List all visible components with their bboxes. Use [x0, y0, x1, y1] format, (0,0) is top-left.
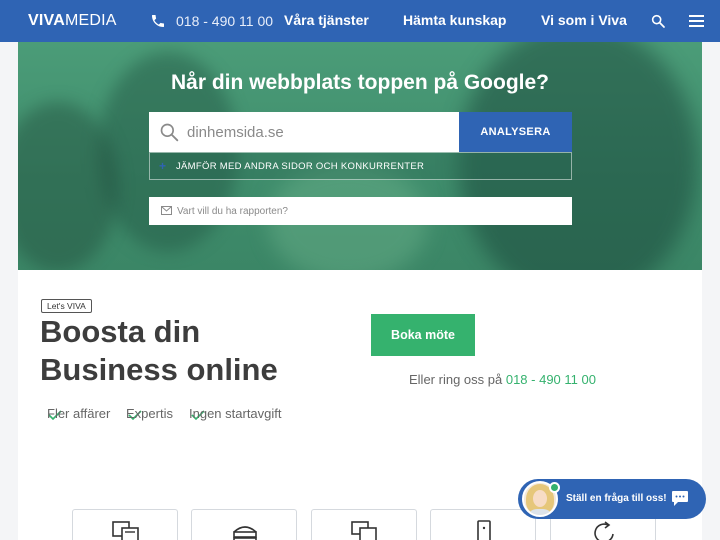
- mobile-icon: [477, 520, 491, 540]
- devices-icon: [351, 521, 377, 540]
- analyse-button[interactable]: ANALYSERA: [459, 112, 572, 152]
- viva-media-logo[interactable]: VIVAMEDIA: [28, 12, 117, 30]
- mail-icon: [161, 206, 172, 215]
- chat-label: Ställ en fråga till oss!: [566, 493, 667, 504]
- avatar-shirt: [527, 509, 553, 515]
- feature-fler-affarer: Fler affärer: [47, 406, 111, 421]
- chat-bubble-icon: [672, 491, 688, 506]
- feature-ingen-startavgift: Ingen startavgift: [189, 406, 282, 421]
- chat-widget-button[interactable]: Ställ en fråga till oss!: [518, 479, 706, 519]
- headline-line-1: Boosta din: [40, 314, 201, 349]
- nav-link-vara-tjanster[interactable]: Våra tjänster: [284, 12, 369, 28]
- call-us-line: Eller ring oss på 018 - 490 11 00: [409, 372, 596, 387]
- page-headline: Boosta din Business online: [40, 313, 278, 389]
- compare-label: JÄMFÖR MED ANDRA SIDOR OCH KONKURRENTER: [176, 161, 425, 172]
- website-url-field[interactable]: [149, 112, 459, 152]
- refresh-icon: [594, 521, 614, 540]
- plus-icon: +: [159, 159, 167, 173]
- nav-phone-number[interactable]: 018 - 490 11 00: [176, 13, 273, 29]
- compare-competitors-toggle[interactable]: + JÄMFÖR MED ANDRA SIDOR OCH KONKURRENTE…: [149, 152, 572, 180]
- phone-icon[interactable]: [150, 13, 166, 29]
- call-us-number[interactable]: 018 - 490 11 00: [506, 372, 596, 387]
- headline-line-2: Business online: [40, 352, 278, 387]
- lets-viva-tag: Let's VIVA: [41, 299, 92, 313]
- service-card-mobile[interactable]: [430, 509, 536, 540]
- logo-bold-text: VIVA: [28, 12, 65, 29]
- top-navigation-bar: VIVAMEDIA 018 - 490 11 00 Våra tjänster …: [0, 0, 720, 42]
- web-design-icon: [112, 521, 139, 540]
- hosting-icon: [233, 526, 257, 540]
- search-icon[interactable]: [650, 13, 666, 29]
- online-status-icon: [549, 482, 560, 493]
- report-email-input[interactable]: [177, 197, 557, 225]
- logo-light-text: MEDIA: [64, 12, 117, 29]
- report-email-field[interactable]: [149, 197, 572, 225]
- search-icon: [160, 123, 179, 142]
- service-card-devices[interactable]: [311, 509, 417, 540]
- hero-banner: Når din webbplats toppen på Google? ANAL…: [18, 42, 702, 270]
- hero-title: Når din webbplats toppen på Google?: [170, 71, 549, 94]
- hamburger-menu-icon[interactable]: [689, 14, 704, 28]
- service-card-hosting[interactable]: [191, 509, 297, 540]
- call-us-prefix: Eller ring oss på: [409, 372, 503, 387]
- nav-link-hamta-kunskap[interactable]: Hämta kunskap: [403, 12, 506, 28]
- avatar-face: [533, 490, 547, 507]
- feature-expertis: Expertis: [126, 406, 173, 421]
- nav-link-vi-som-i-viva[interactable]: Vi som i Viva: [541, 12, 627, 28]
- website-url-input[interactable]: [187, 112, 447, 152]
- service-card-web-design[interactable]: [72, 509, 178, 540]
- book-meeting-button[interactable]: Boka möte: [371, 314, 475, 356]
